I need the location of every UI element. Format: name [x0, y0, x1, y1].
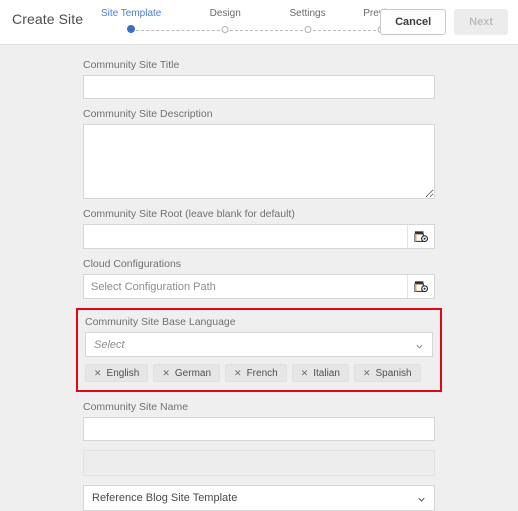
- step-label-design[interactable]: Design: [210, 8, 241, 19]
- community-site-title-input[interactable]: [83, 75, 435, 99]
- wizard-step-track: [90, 24, 385, 38]
- label-community-site-base-language: Community Site Base Language: [85, 316, 236, 328]
- field-community-site-title: Community Site Title: [83, 59, 435, 99]
- label-community-site-name: Community Site Name: [83, 401, 189, 413]
- close-icon[interactable]: ✕: [234, 368, 242, 378]
- field-community-site-root: Community Site Root (leave blank for def…: [83, 208, 435, 249]
- language-chip-label: Italian: [313, 367, 340, 379]
- close-icon[interactable]: ✕: [363, 368, 371, 378]
- language-chip-label: German: [174, 367, 212, 379]
- wizard-header: Create Site Site Template Design Setting…: [0, 0, 518, 45]
- language-chip-label: English: [106, 367, 140, 379]
- community-site-description-textarea[interactable]: [83, 124, 435, 199]
- step-connector-3: [307, 30, 382, 31]
- folder-browse-icon: [413, 231, 428, 243]
- label-community-site-root: Community Site Root (leave blank for def…: [83, 208, 295, 220]
- step-label-site-template[interactable]: Site Template: [101, 8, 161, 19]
- step-label-settings[interactable]: Settings: [289, 8, 325, 19]
- close-icon[interactable]: ✕: [301, 368, 309, 378]
- page-title: Create Site: [12, 11, 84, 27]
- field-site-template: Reference Blog Site Template: [83, 485, 435, 511]
- field-community-site-name: Community Site Name: [83, 401, 435, 441]
- chevron-down-icon: [416, 344, 423, 349]
- site-template-selected-value: Reference Blog Site Template: [92, 492, 238, 504]
- language-chip-german[interactable]: ✕ German: [153, 364, 221, 382]
- folder-browse-icon: [413, 281, 428, 293]
- field-cloud-configurations: Cloud Configurations: [83, 258, 435, 299]
- community-site-root-input[interactable]: [84, 225, 407, 248]
- next-button[interactable]: Next: [454, 9, 508, 35]
- wizard-step-indicator: Site Template Design Settings Preview: [90, 8, 399, 38]
- community-site-root-browse-button[interactable]: [407, 225, 434, 248]
- site-template-select[interactable]: Reference Blog Site Template: [83, 485, 435, 511]
- label-community-site-title: Community Site Title: [83, 59, 180, 71]
- cloud-configurations-browse-button[interactable]: [407, 275, 434, 298]
- wizard-step-labels: Site Template Design Settings Preview: [90, 8, 399, 22]
- step-connector-1: [131, 30, 226, 31]
- header-actions: Cancel Next: [380, 9, 508, 35]
- field-community-site-base-language: Community Site Base Language Select: [85, 316, 433, 357]
- base-language-chip-list: ✕ English ✕ German ✕ French ✕ Italian ✕ …: [85, 364, 433, 382]
- base-language-selected-value: Select: [94, 338, 125, 351]
- chevron-down-icon: [418, 497, 425, 502]
- readonly-blank-field: [83, 450, 435, 476]
- language-chip-french[interactable]: ✕ French: [225, 364, 287, 382]
- community-site-name-input[interactable]: [83, 417, 435, 441]
- cloud-configurations-group: [83, 274, 435, 299]
- language-chip-italian[interactable]: ✕ Italian: [291, 364, 349, 382]
- step-dot-design[interactable]: [221, 26, 229, 33]
- label-community-site-description: Community Site Description: [83, 108, 213, 120]
- cloud-configurations-input[interactable]: [84, 275, 407, 298]
- step-connector-2: [225, 30, 308, 31]
- base-language-select[interactable]: Select: [85, 332, 433, 357]
- language-chip-english[interactable]: ✕ English: [85, 364, 149, 382]
- step-dot-site-template[interactable]: [127, 25, 136, 33]
- create-site-form: Community Site Title Community Site Desc…: [0, 45, 518, 511]
- base-language-highlight-group: Community Site Base Language Select ✕ En…: [76, 308, 442, 392]
- language-chip-spanish[interactable]: ✕ Spanish: [353, 364, 421, 382]
- close-icon[interactable]: ✕: [94, 368, 102, 378]
- close-icon[interactable]: ✕: [162, 368, 170, 378]
- language-chip-label: French: [246, 367, 278, 379]
- language-chip-label: Spanish: [375, 367, 412, 379]
- cancel-button[interactable]: Cancel: [380, 9, 447, 35]
- label-cloud-configurations: Cloud Configurations: [83, 258, 182, 270]
- step-dot-settings[interactable]: [304, 26, 312, 33]
- field-readonly-blank: [83, 450, 435, 476]
- field-community-site-description: Community Site Description: [83, 108, 435, 199]
- community-site-root-group: [83, 224, 435, 249]
